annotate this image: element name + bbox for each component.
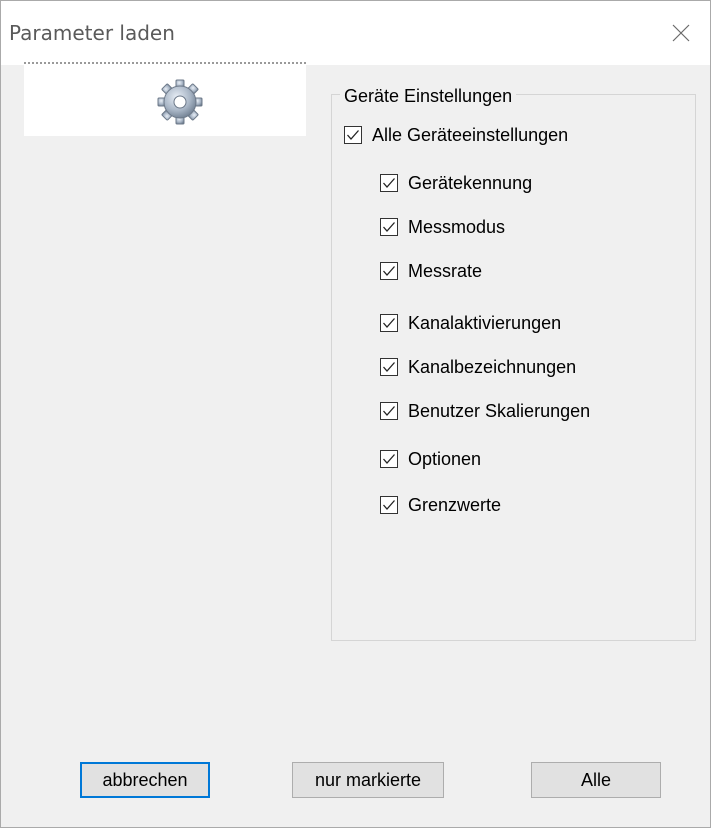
checkbox[interactable] — [380, 174, 398, 192]
checkmark-icon — [347, 130, 359, 140]
checkbox-kanalbezeichnungen[interactable]: Kanalbezeichnungen — [380, 354, 576, 380]
title-bar: Parameter laden — [1, 1, 710, 65]
checkbox[interactable] — [380, 496, 398, 514]
checkbox[interactable] — [344, 126, 362, 144]
gear-icon[interactable] — [156, 78, 204, 126]
close-icon — [672, 24, 690, 42]
checkbox[interactable] — [380, 450, 398, 468]
checkbox-label: Kanalaktivierungen — [408, 312, 562, 333]
checkmark-icon — [383, 362, 395, 372]
window-title: Parameter laden — [9, 21, 175, 45]
checkbox-messrate[interactable]: Messrate — [380, 258, 482, 284]
checkbox[interactable] — [380, 262, 398, 280]
checkbox[interactable] — [380, 358, 398, 376]
checkbox-geraetekennung[interactable]: Gerätekennung — [380, 170, 532, 196]
checkbox-all-device-settings[interactable]: Alle Geräteeinstellungen — [344, 122, 568, 148]
cancel-button[interactable]: abbrechen — [80, 762, 210, 798]
checkbox-grenzwerte[interactable]: Grenzwerte — [380, 492, 501, 518]
load-all-button[interactable]: Alle — [531, 762, 661, 798]
checkbox[interactable] — [380, 218, 398, 236]
checkbox-kanalaktivierungen[interactable]: Kanalaktivierungen — [380, 310, 561, 336]
close-button[interactable] — [650, 1, 710, 65]
checkbox-label: Optionen — [408, 448, 482, 469]
checkbox-label: Grenzwerte — [408, 494, 502, 515]
load-selected-button[interactable]: nur markierte — [292, 762, 444, 798]
checkmark-icon — [383, 266, 395, 276]
category-list[interactable] — [24, 64, 306, 136]
checkbox-label: Messrate — [408, 260, 483, 281]
checkbox-label: Messmodus — [408, 216, 506, 237]
checkbox-optionen[interactable]: Optionen — [380, 446, 481, 472]
checkmark-icon — [383, 406, 395, 416]
checkmark-icon — [383, 454, 395, 464]
checkmark-icon — [383, 178, 395, 188]
checkbox-label: Benutzer Skalierungen — [408, 400, 591, 421]
checkmark-icon — [383, 222, 395, 232]
checkbox-label: Kanalbezeichnungen — [408, 356, 577, 377]
checkbox[interactable] — [380, 314, 398, 332]
checkbox-label: Alle Geräteeinstellungen — [372, 124, 569, 145]
group-title: Geräte Einstellungen — [340, 86, 517, 107]
checkbox-messmodus[interactable]: Messmodus — [380, 214, 505, 240]
checkbox[interactable] — [380, 402, 398, 420]
checkmark-icon — [383, 318, 395, 328]
checkbox-label: Gerätekennung — [408, 172, 533, 193]
checkmark-icon — [383, 500, 395, 510]
checkbox-benutzer-skalierungen[interactable]: Benutzer Skalierungen — [380, 398, 590, 424]
